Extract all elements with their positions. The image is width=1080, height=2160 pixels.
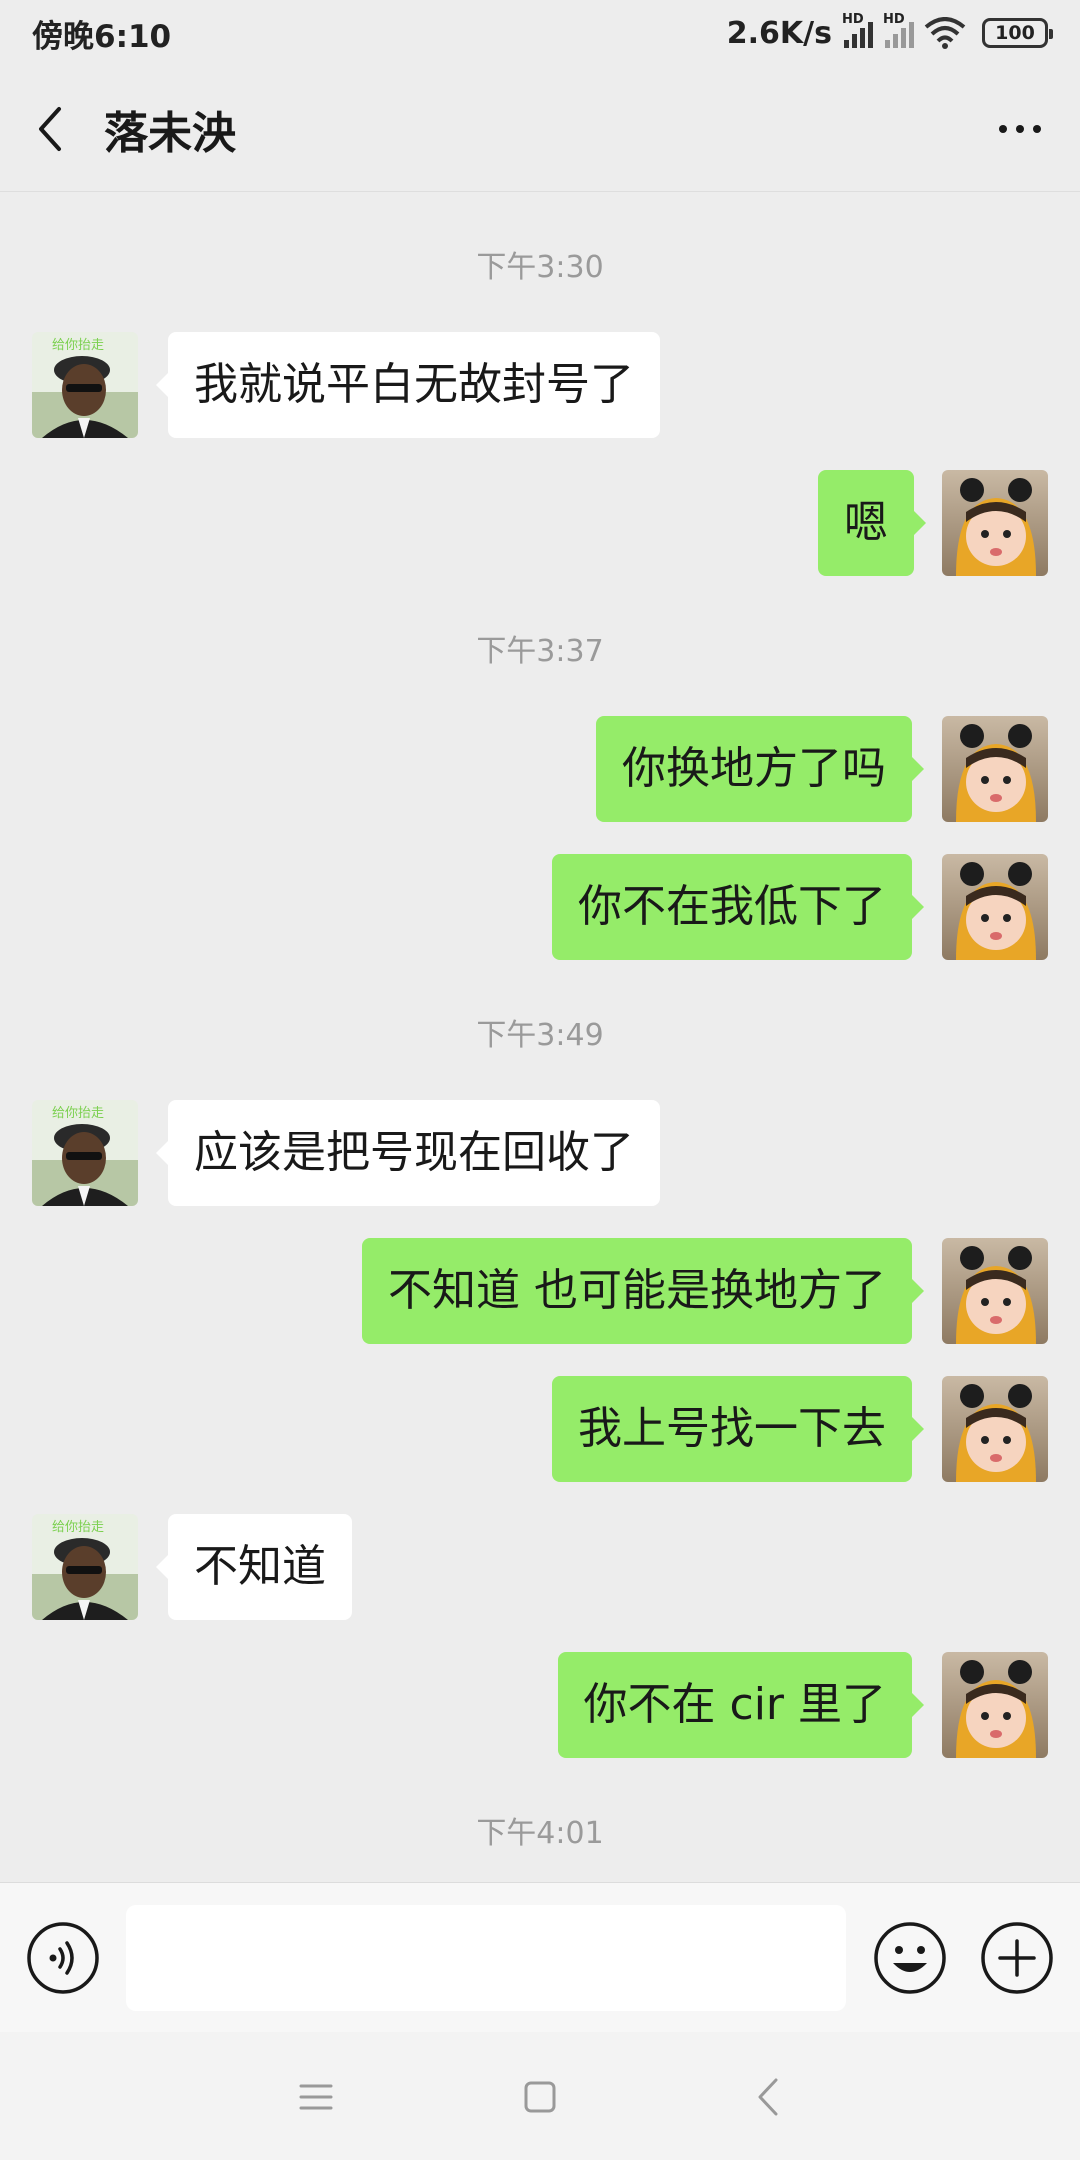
contact-avatar[interactable]: 给你抬走 — [32, 332, 138, 438]
message-bubble-outgoing[interactable]: 嗯 — [818, 470, 926, 576]
status-right: 2.6K/s HD HD 100 — [726, 12, 1053, 51]
signal-icon: HD — [842, 12, 873, 48]
signal-icon-secondary: HD — [883, 12, 914, 48]
message-bubble-incoming[interactable]: 我就说平白无故封号了 — [156, 332, 660, 438]
status-bar: 傍晚6:10 2.6K/s HD HD 100 — [0, 0, 1080, 66]
timestamp: 下午3:49 — [476, 1018, 604, 1053]
nav-back-button[interactable] — [718, 2062, 818, 2132]
message-bubble-outgoing[interactable]: 你换地方了吗 — [596, 716, 924, 822]
message-input[interactable] — [126, 1905, 846, 2011]
back-button[interactable] — [0, 66, 100, 191]
menu-icon — [299, 2084, 333, 2110]
nav-home-button[interactable] — [490, 2062, 590, 2132]
wifi-icon — [924, 17, 966, 49]
chevron-left-icon — [39, 106, 61, 151]
emoji-icon — [874, 1922, 946, 1994]
avatar-overlay-text: 给你抬走 — [52, 1106, 105, 1121]
nav-menu-button[interactable] — [266, 2062, 366, 2132]
avatar-overlay-text: 给你抬走 — [52, 338, 105, 353]
voice-icon — [27, 1922, 99, 1994]
home-icon — [524, 2081, 556, 2113]
more-icon — [999, 124, 1007, 133]
my-photo — [942, 470, 1048, 576]
my-avatar[interactable] — [942, 1376, 1048, 1482]
timestamp: 下午4:01 — [476, 1816, 604, 1851]
back-icon — [758, 2078, 778, 2116]
message-bubble-outgoing[interactable]: 你不在 cir 里了 — [557, 1652, 925, 1758]
timestamp: 下午3:30 — [476, 250, 604, 285]
network-speed: 2.6K/s — [726, 15, 832, 51]
contact-avatar[interactable]: 给你抬走 — [32, 1100, 138, 1206]
message-bubble-incoming[interactable]: 应该是把号现在回收了 — [156, 1100, 660, 1206]
my-avatar[interactable] — [942, 470, 1048, 576]
my-avatar[interactable] — [942, 1652, 1048, 1758]
my-avatar[interactable] — [942, 1238, 1048, 1344]
chat-title: 落未泱 — [104, 107, 236, 159]
system-nav-bar — [0, 2032, 1080, 2160]
more-button[interactable] — [960, 66, 1080, 191]
emoji-button[interactable] — [873, 1921, 947, 1995]
chat-header: 落未泱 — [0, 66, 1080, 192]
message-bubble-outgoing[interactable]: 不知道 也可能是换地方了 — [362, 1238, 924, 1344]
input-bar — [0, 1882, 1080, 2032]
avatar-overlay-text: 给你抬走 — [52, 1520, 105, 1535]
contact-avatar[interactable]: 给你抬走 — [32, 1514, 138, 1620]
battery-icon: 100 — [982, 18, 1053, 48]
message-bubble-incoming[interactable]: 不知道 — [156, 1514, 352, 1620]
chat-messages[interactable]: 下午3:30 给你抬走 我就说平白无故封号了 嗯 下午3:37 你换地方了吗 你… — [0, 192, 1080, 1882]
my-avatar[interactable] — [942, 854, 1048, 960]
voice-button[interactable] — [26, 1921, 100, 1995]
status-time: 傍晚6:10 — [32, 18, 172, 55]
plus-button[interactable] — [980, 1921, 1054, 1995]
plus-icon — [981, 1922, 1053, 1994]
message-bubble-outgoing[interactable]: 你不在我低下了 — [552, 854, 924, 960]
timestamp: 下午3:37 — [476, 634, 604, 669]
message-bubble-outgoing[interactable]: 我上号找一下去 — [552, 1376, 924, 1482]
my-avatar[interactable] — [942, 716, 1048, 822]
